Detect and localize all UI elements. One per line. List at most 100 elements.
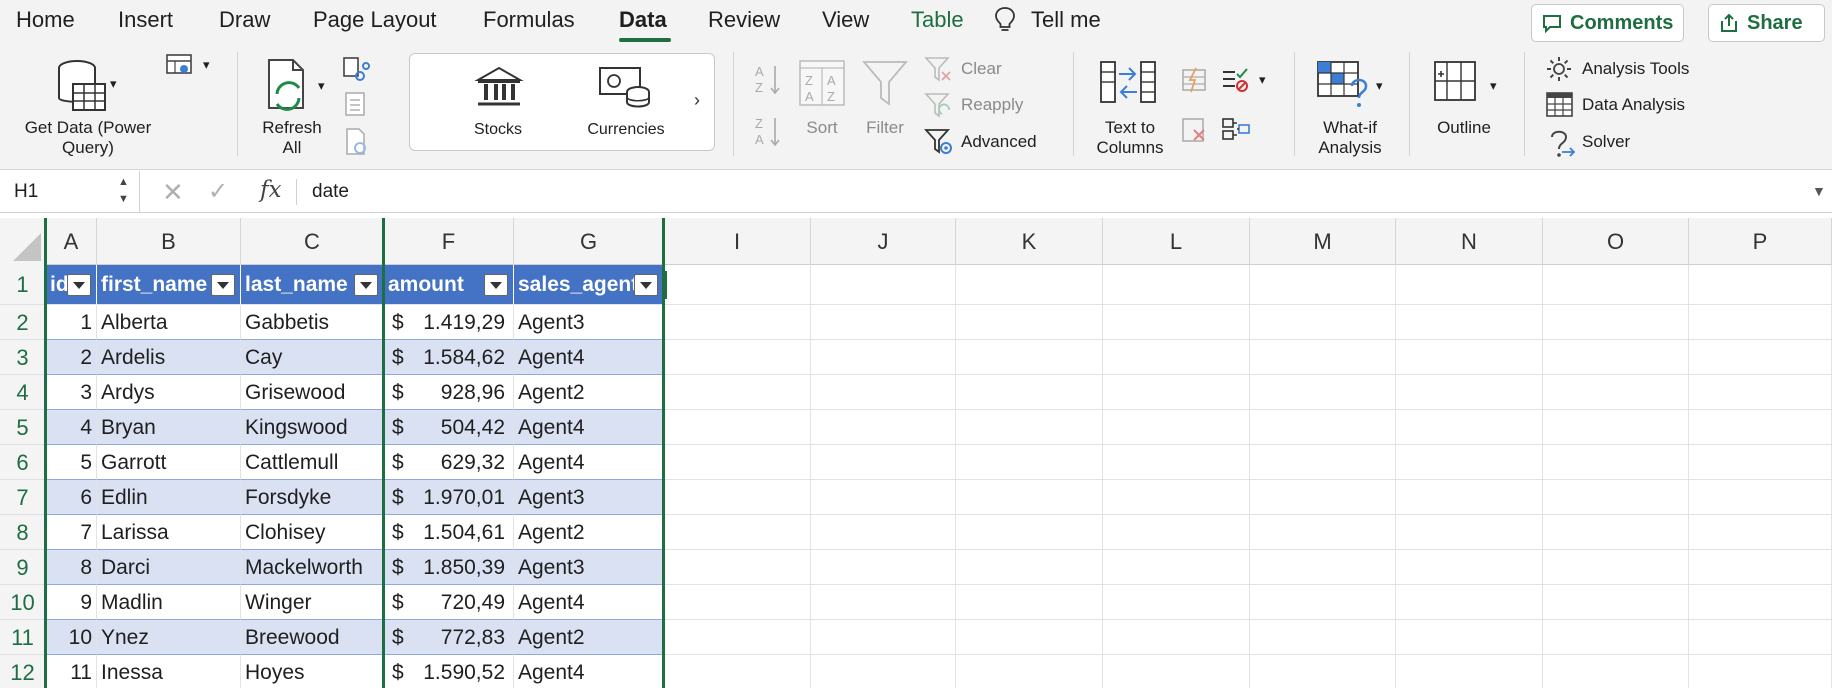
- column-header-j[interactable]: J: [811, 218, 956, 265]
- cell-amount[interactable]: $1.419,29: [384, 305, 514, 340]
- tab-table[interactable]: Table: [911, 7, 964, 33]
- table-header-id[interactable]: id: [46, 265, 97, 305]
- filter-dropdown-icon[interactable]: [67, 274, 91, 296]
- cell-id[interactable]: 4: [46, 410, 97, 445]
- cell-first-name[interactable]: Madlin: [97, 585, 241, 620]
- row-header-9[interactable]: 9: [0, 550, 46, 585]
- tab-draw[interactable]: Draw: [219, 7, 270, 33]
- column-header-k[interactable]: K: [956, 218, 1103, 265]
- row-header-2[interactable]: 2: [0, 305, 46, 340]
- formula-input[interactable]: date: [312, 181, 349, 203]
- table-header-sales-agent[interactable]: sales_agent: [514, 265, 664, 305]
- tab-data[interactable]: Data: [619, 7, 667, 33]
- data-validation-icon[interactable]: [1221, 66, 1251, 94]
- expand-formula-bar-icon[interactable]: ▼: [1812, 183, 1826, 199]
- tab-formulas[interactable]: Formulas: [483, 7, 575, 33]
- cell-last-name[interactable]: Grisewood: [241, 375, 384, 410]
- cell-last-name[interactable]: Cattlemull: [241, 445, 384, 480]
- edit-links-icon[interactable]: [344, 128, 370, 156]
- cell-sales-agent[interactable]: Agent3: [514, 305, 664, 340]
- cell-last-name[interactable]: Winger: [241, 585, 384, 620]
- cell-amount[interactable]: $720,49: [384, 585, 514, 620]
- cell-id[interactable]: 8: [46, 550, 97, 585]
- tell-me-search[interactable]: Tell me: [1031, 7, 1101, 33]
- spreadsheet-grid[interactable]: A B C F G I J K L M N O P 1 2 3 4 5 6 7 8 9 10 11 12 id first_name…: [0, 218, 1832, 688]
- cell-first-name[interactable]: Ardys: [97, 375, 241, 410]
- cell-id[interactable]: 9: [46, 585, 97, 620]
- row-header-6[interactable]: 6: [0, 445, 46, 480]
- cell-id[interactable]: 2: [46, 340, 97, 375]
- cell-sales-agent[interactable]: Agent2: [514, 515, 664, 550]
- column-header-o[interactable]: O: [1543, 218, 1689, 265]
- cell-id[interactable]: 1: [46, 305, 97, 340]
- row-header-12[interactable]: 12: [0, 655, 46, 688]
- cell-amount[interactable]: $1.504,61: [384, 515, 514, 550]
- row-header-11[interactable]: 11: [0, 620, 46, 655]
- cell-first-name[interactable]: Alberta: [97, 305, 241, 340]
- filter-dropdown-icon[interactable]: [354, 274, 378, 296]
- cell-amount[interactable]: $629,32: [384, 445, 514, 480]
- table-header-last-name[interactable]: last_name: [241, 265, 384, 305]
- cell-sales-agent[interactable]: Agent2: [514, 375, 664, 410]
- column-header-m[interactable]: M: [1250, 218, 1396, 265]
- cancel-icon[interactable]: ✕: [162, 177, 184, 208]
- tab-insert[interactable]: Insert: [118, 7, 173, 33]
- cell-sales-agent[interactable]: Agent4: [514, 445, 664, 480]
- cell-amount[interactable]: $504,42: [384, 410, 514, 445]
- cell-amount[interactable]: $1.850,39: [384, 550, 514, 585]
- share-button[interactable]: Share: [1708, 4, 1825, 42]
- cell-sales-agent[interactable]: Agent4: [514, 410, 664, 445]
- column-header-c[interactable]: C: [241, 218, 384, 265]
- table-header-first-name[interactable]: first_name: [97, 265, 241, 305]
- column-header-g[interactable]: G: [514, 218, 664, 265]
- filter-dropdown-icon[interactable]: [211, 274, 235, 296]
- comments-button[interactable]: Comments: [1531, 4, 1684, 42]
- sort-z-to-a-icon[interactable]: Z A: [753, 114, 783, 148]
- cell-first-name[interactable]: Garrott: [97, 445, 241, 480]
- cell-sales-agent[interactable]: Agent4: [514, 585, 664, 620]
- filter-dropdown-icon[interactable]: [484, 274, 508, 296]
- stepper-up-icon[interactable]: ▲: [118, 176, 129, 188]
- cell-id[interactable]: 3: [46, 375, 97, 410]
- cell-amount[interactable]: $928,96: [384, 375, 514, 410]
- cell-first-name[interactable]: Edlin: [97, 480, 241, 515]
- enter-check-icon[interactable]: ✓: [208, 177, 228, 206]
- cell-id[interactable]: 6: [46, 480, 97, 515]
- cell-last-name[interactable]: Hoyes: [241, 655, 384, 688]
- insert-function-icon[interactable]: fx: [260, 177, 281, 203]
- table-header-amount[interactable]: amount: [384, 265, 514, 305]
- cell-sales-agent[interactable]: Agent3: [514, 550, 664, 585]
- cell-first-name[interactable]: Ardelis: [97, 340, 241, 375]
- cell-last-name[interactable]: Gabbetis: [241, 305, 384, 340]
- row-header-5[interactable]: 5: [0, 410, 46, 445]
- cell-sales-agent[interactable]: Agent4: [514, 340, 664, 375]
- tab-view[interactable]: View: [822, 7, 869, 33]
- column-header-f[interactable]: F: [384, 218, 514, 265]
- column-header-a[interactable]: A: [46, 218, 97, 265]
- cell-id[interactable]: 11: [46, 655, 97, 688]
- cell-first-name[interactable]: Larissa: [97, 515, 241, 550]
- column-header-b[interactable]: B: [97, 218, 241, 265]
- chevron-right-icon[interactable]: ›: [694, 90, 700, 111]
- cell-id[interactable]: 5: [46, 445, 97, 480]
- cell-amount[interactable]: $1.970,01: [384, 480, 514, 515]
- cell-last-name[interactable]: Breewood: [241, 620, 384, 655]
- cell-last-name[interactable]: Forsdyke: [241, 480, 384, 515]
- cell-last-name[interactable]: Mackelworth: [241, 550, 384, 585]
- cell-amount[interactable]: $1.590,52: [384, 655, 514, 688]
- column-header-n[interactable]: N: [1396, 218, 1543, 265]
- remove-duplicates-icon[interactable]: [1180, 116, 1208, 144]
- row-header-8[interactable]: 8: [0, 515, 46, 550]
- flash-fill-icon[interactable]: [1180, 66, 1208, 94]
- tab-page-layout[interactable]: Page Layout: [313, 7, 437, 33]
- filter-dropdown-icon[interactable]: [634, 274, 658, 296]
- existing-connections-icon[interactable]: [166, 54, 196, 80]
- cell-first-name[interactable]: Bryan: [97, 410, 241, 445]
- cell-last-name[interactable]: Clohisey: [241, 515, 384, 550]
- sort-a-to-z-icon[interactable]: A Z: [753, 62, 783, 96]
- cell-amount[interactable]: $772,83: [384, 620, 514, 655]
- column-header-l[interactable]: L: [1103, 218, 1250, 265]
- queries-connections-icon[interactable]: [342, 56, 370, 82]
- cell-sales-agent[interactable]: Agent2: [514, 620, 664, 655]
- cell-sales-agent[interactable]: Agent3: [514, 480, 664, 515]
